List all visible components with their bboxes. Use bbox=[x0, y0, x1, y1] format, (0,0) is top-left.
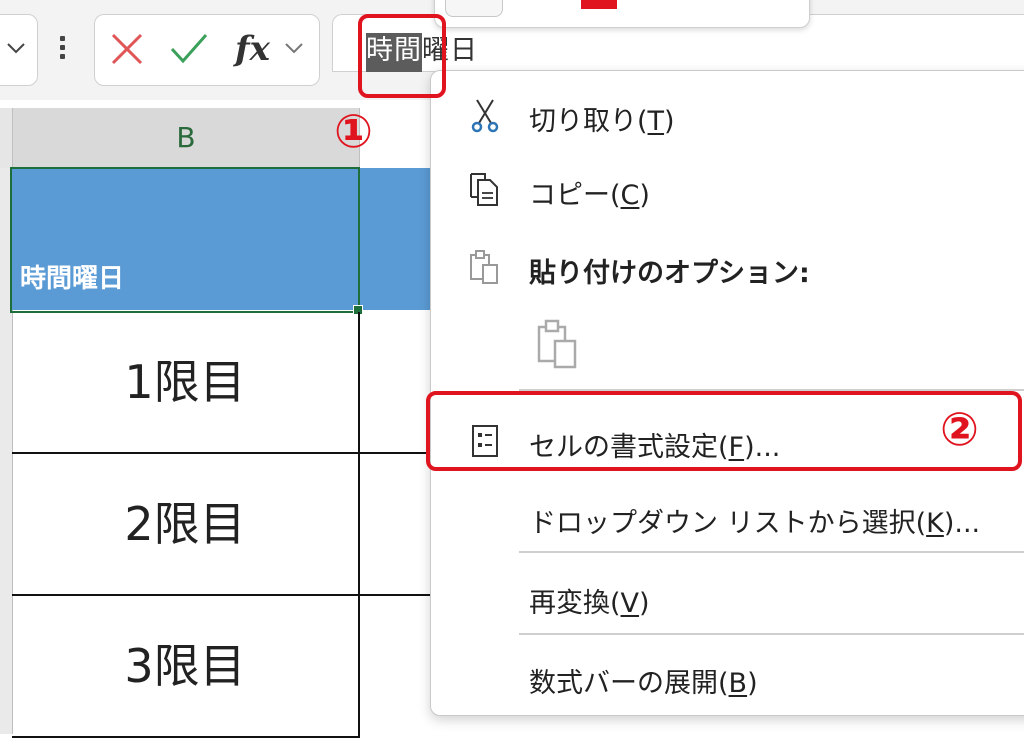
table-row[interactable]: 1限目 bbox=[12, 312, 360, 454]
chevron-down-icon bbox=[7, 43, 25, 54]
name-box-dropdown[interactable] bbox=[0, 14, 38, 86]
insert-function-button[interactable]: fx bbox=[235, 29, 270, 69]
menu-item-copy[interactable]: コピー(C) bbox=[431, 153, 1024, 223]
cell-c-header[interactable] bbox=[358, 168, 438, 310]
more-options-icon[interactable] bbox=[60, 36, 66, 63]
scissors-icon bbox=[471, 99, 499, 133]
font-color-swatch[interactable] bbox=[581, 0, 617, 9]
menu-item-label: 再変換(V) bbox=[529, 588, 650, 619]
table-row[interactable]: 2限目 bbox=[12, 454, 360, 596]
annotation-number-2: ② bbox=[940, 402, 979, 456]
menu-item-expand-formula-bar[interactable]: 数式バーの展開(B) bbox=[431, 641, 1024, 711]
mini-toolbar-button[interactable] bbox=[445, 0, 503, 17]
annotation-number-1: ① bbox=[334, 104, 373, 158]
menu-item-label: 貼り付けのオプション: bbox=[529, 258, 810, 289]
menu-separator bbox=[519, 551, 1024, 553]
menu-item-paste-options: 貼り付けのオプション: bbox=[431, 231, 1024, 301]
formula-controls: fx bbox=[94, 14, 320, 86]
menu-item-label: 数式バーの展開(B) bbox=[529, 668, 758, 699]
cell-selection-border bbox=[10, 167, 360, 313]
menu-item-label: 切り取り(T) bbox=[529, 106, 675, 137]
annotation-box-2 bbox=[426, 391, 1022, 471]
menu-item-cut[interactable]: 切り取り(T) bbox=[431, 79, 1024, 149]
mini-toolbar bbox=[434, 0, 810, 28]
menu-item-reconvert[interactable]: 再変換(V) bbox=[431, 561, 1024, 631]
copy-icon bbox=[470, 173, 498, 206]
chevron-down-icon[interactable] bbox=[283, 37, 305, 59]
enter-check-icon[interactable] bbox=[169, 31, 209, 67]
cancel-icon[interactable] bbox=[109, 31, 145, 67]
menu-separator bbox=[519, 633, 1024, 635]
table-row[interactable]: 3限目 bbox=[12, 596, 360, 738]
column-header-b[interactable]: B bbox=[12, 108, 360, 168]
annotation-box-1 bbox=[358, 14, 446, 98]
menu-item-label: コピー(C) bbox=[529, 180, 650, 211]
cell-c[interactable] bbox=[360, 454, 440, 596]
paste-icon[interactable] bbox=[535, 319, 581, 369]
menu-item-pick-from-list[interactable]: ドロップダウン リストから選択(K)... bbox=[431, 481, 1024, 551]
menu-item-label: ドロップダウン リストから選択(K)... bbox=[529, 508, 981, 539]
paste-icon bbox=[470, 250, 498, 284]
